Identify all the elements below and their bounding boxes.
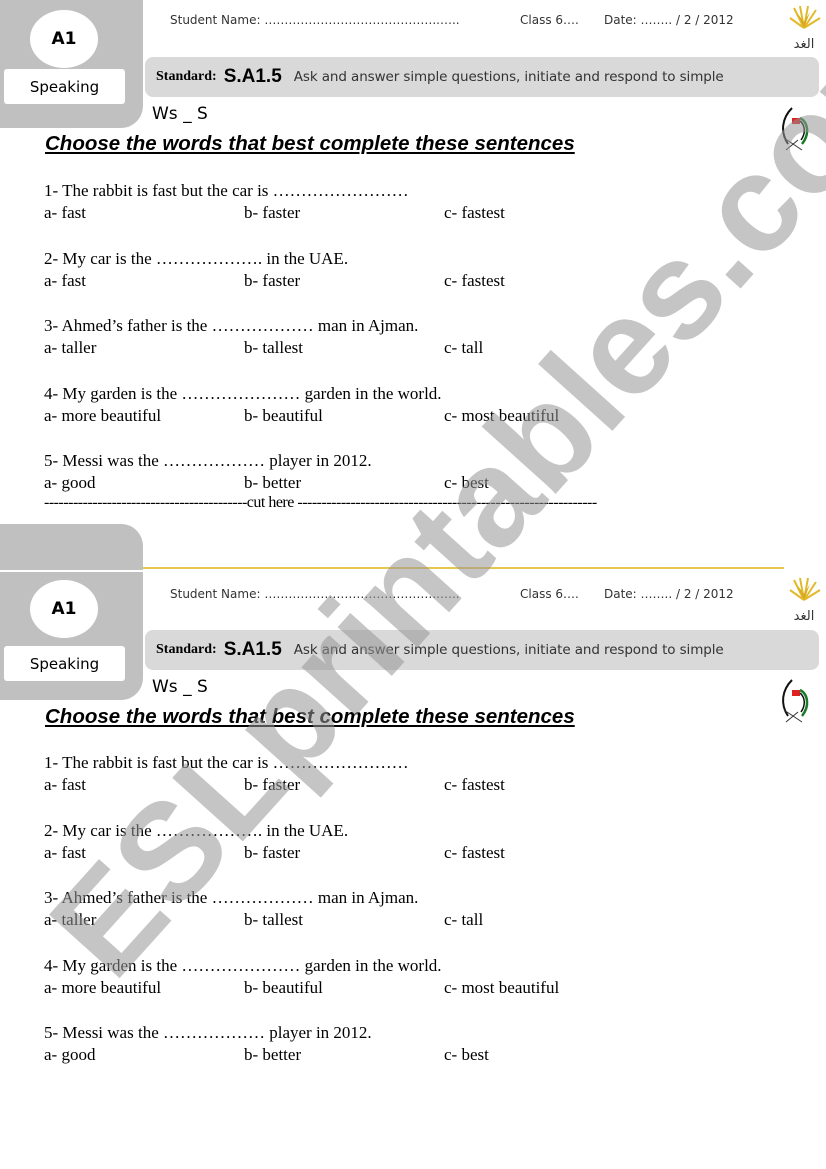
standard-description: Ask and answer simple questions, initiat…	[293, 642, 724, 658]
option-c[interactable]: c- fastest	[444, 842, 505, 864]
header-divider-line	[143, 567, 784, 569]
option-b[interactable]: b- tallest	[244, 337, 303, 359]
option-b[interactable]: b- faster	[244, 270, 300, 292]
level-badge: A1	[30, 580, 98, 638]
student-name-field: Student Name: ……………………………………..…..	[170, 13, 460, 27]
instructions-heading: Choose the words that best complete thes…	[45, 705, 575, 728]
question-text: 5- Messi was the ……………… player in 2012.	[44, 451, 372, 470]
option-a[interactable]: a- more beautiful	[44, 977, 161, 999]
answer-options: a- good b- better c- best	[44, 472, 784, 494]
option-a[interactable]: a- fast	[44, 270, 86, 292]
question-text: 3- Ahmed’s father is the ……………… man in A…	[44, 888, 419, 907]
worksheet-code: Ws _ S	[152, 104, 208, 124]
worksheet-top: A1 Speaking Student Name: ………………………………………	[0, 0, 826, 512]
answer-options: a- fast b- faster c- fastest	[44, 842, 784, 864]
option-a[interactable]: a- fast	[44, 202, 86, 224]
question-item: 2- My car is the ………………. in the UAE. a- …	[44, 248, 784, 316]
answer-options: a- fast b- faster c- fastest	[44, 202, 784, 224]
question-item: 1- The rabbit is fast but the car is …………	[44, 752, 784, 820]
tab-divider	[0, 570, 143, 572]
option-b[interactable]: b- faster	[244, 842, 300, 864]
standard-bar: Standard: S.A1.5 Ask and answer simple q…	[145, 630, 819, 670]
answer-options: a- more beautiful b- beautiful c- most b…	[44, 977, 784, 999]
question-text: 2- My car is the ………………. in the UAE.	[44, 248, 349, 268]
answer-options: a- good b- better c- best	[44, 1044, 784, 1066]
worksheet-bottom: A1 Speaking Student Name: ………………………………………	[0, 520, 826, 1080]
answer-options: a- taller b- tallest c- tall	[44, 337, 784, 359]
standard-description: Ask and answer simple questions, initiat…	[293, 69, 724, 85]
level-tab: A1 Speaking	[0, 0, 143, 128]
option-a[interactable]: a- good	[44, 1044, 95, 1066]
question-item: 4- My garden is the ………………… garden in th…	[44, 955, 784, 1023]
date-field: Date: …….. / 2 / 2012	[604, 13, 734, 27]
skill-label: Speaking	[4, 646, 125, 681]
svg-text:الغد: الغد	[794, 609, 815, 624]
student-info-row: Student Name: ……………………………………..….. Class …	[170, 13, 734, 27]
question-list: 1- The rabbit is fast but the car is …………	[44, 752, 784, 1090]
instructions-heading: Choose the words that best complete thes…	[45, 132, 575, 155]
option-b[interactable]: b- faster	[244, 202, 300, 224]
option-c[interactable]: c- tall	[444, 337, 483, 359]
answer-options: a- taller b- tallest c- tall	[44, 909, 784, 931]
student-name-field: Student Name: ……………………………………..…..	[170, 587, 460, 601]
al-ghad-logo-icon: الغد	[789, 5, 821, 52]
option-c[interactable]: c- best	[444, 1044, 489, 1066]
class-field: Class 6….	[520, 13, 579, 27]
standard-label: Standard:	[156, 642, 217, 657]
option-c[interactable]: c- tall	[444, 909, 483, 931]
option-b[interactable]: b- beautiful	[244, 977, 323, 999]
worksheet-code: Ws _ S	[152, 677, 208, 697]
question-text: 1- The rabbit is fast but the car is …………	[44, 181, 409, 200]
question-text: 5- Messi was the ……………… player in 2012.	[44, 1023, 372, 1042]
question-item: 3- Ahmed’s father is the ……………… man in A…	[44, 315, 784, 383]
option-c[interactable]: c- most beautiful	[444, 405, 559, 427]
option-b[interactable]: b- faster	[244, 774, 300, 796]
option-b[interactable]: b- tallest	[244, 909, 303, 931]
uae-emblem-icon	[782, 679, 809, 723]
answer-options: a- fast b- faster c- fastest	[44, 270, 784, 292]
question-item: 5- Messi was the ……………… player in 2012. …	[44, 1022, 784, 1090]
answer-options: a- more beautiful b- beautiful c- most b…	[44, 405, 784, 427]
al-ghad-logo-icon: الغد	[789, 577, 821, 624]
question-text: 4- My garden is the ………………… garden in th…	[44, 955, 442, 975]
date-field: Date: …….. / 2 / 2012	[604, 587, 734, 601]
answer-options: a- fast b- faster c- fastest	[44, 774, 784, 796]
option-c[interactable]: c- fastest	[444, 270, 505, 292]
standard-code: S.A1.5	[223, 639, 282, 660]
option-c[interactable]: c- most beautiful	[444, 977, 559, 999]
svg-text:الغد: الغد	[794, 37, 815, 52]
question-list: 1- The rabbit is fast but the car is …………	[44, 180, 784, 518]
option-b[interactable]: b- beautiful	[244, 405, 323, 427]
option-c[interactable]: c- fastest	[444, 202, 505, 224]
student-info-row: Student Name: ……………………………………..….. Class …	[170, 587, 734, 601]
cut-here-line: ----------------------------------------…	[44, 494, 597, 511]
standard-label: Standard:	[156, 69, 217, 84]
option-b[interactable]: b- better	[244, 472, 301, 494]
level-badge: A1	[30, 10, 98, 68]
level-tab: A1 Speaking	[0, 524, 143, 700]
option-a[interactable]: a- taller	[44, 909, 96, 931]
option-a[interactable]: a- good	[44, 472, 95, 494]
skill-label: Speaking	[4, 69, 125, 104]
class-field: Class 6….	[520, 587, 579, 601]
question-text: 4- My garden is the ………………… garden in th…	[44, 383, 442, 403]
option-a[interactable]: a- more beautiful	[44, 405, 161, 427]
question-item: 1- The rabbit is fast but the car is …………	[44, 180, 784, 248]
question-item: 4- My garden is the ………………… garden in th…	[44, 383, 784, 451]
option-a[interactable]: a- fast	[44, 774, 86, 796]
question-text: 1- The rabbit is fast but the car is …………	[44, 753, 409, 772]
option-a[interactable]: a- fast	[44, 842, 86, 864]
question-item: 2- My car is the ………………. in the UAE. a- …	[44, 820, 784, 888]
option-a[interactable]: a- taller	[44, 337, 96, 359]
option-c[interactable]: c- best	[444, 472, 489, 494]
option-b[interactable]: b- better	[244, 1044, 301, 1066]
uae-emblem-icon	[782, 107, 809, 151]
question-text: 2- My car is the ………………. in the UAE.	[44, 820, 349, 840]
standard-bar: Standard: S.A1.5 Ask and answer simple q…	[145, 57, 819, 97]
option-c[interactable]: c- fastest	[444, 774, 505, 796]
question-text: 3- Ahmed’s father is the ……………… man in A…	[44, 316, 419, 335]
standard-code: S.A1.5	[223, 66, 282, 87]
question-item: 3- Ahmed’s father is the ……………… man in A…	[44, 887, 784, 955]
